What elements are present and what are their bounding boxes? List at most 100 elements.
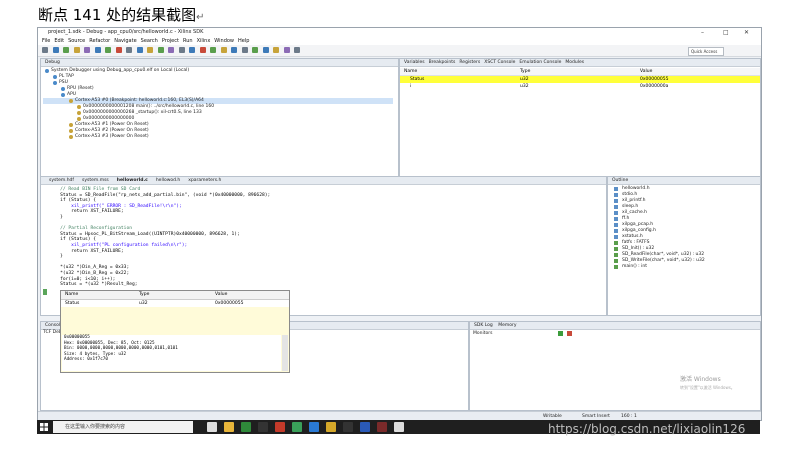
remove-monitor-icon[interactable] xyxy=(567,331,572,336)
memory-panel: SDK Log Memory Monitors 激活 Windows 转到"设置… xyxy=(469,321,761,411)
menu-search[interactable]: Search xyxy=(141,38,158,44)
col-value: Value xyxy=(640,69,653,74)
tab-outline[interactable]: Outline xyxy=(612,178,628,183)
tab-sdk-log[interactable]: SDK Log xyxy=(474,323,493,328)
taskbar-app-icon[interactable] xyxy=(343,422,353,432)
tab-variables[interactable]: Variables xyxy=(404,60,425,65)
outline-item-label: ff.h xyxy=(622,216,630,221)
editor-tab[interactable]: xparameters.h xyxy=(188,178,221,183)
outline-item-label: xstatus.h xyxy=(622,234,643,239)
toolbar-button-icon[interactable] xyxy=(147,47,153,53)
toolbar-button-icon[interactable] xyxy=(42,47,48,53)
toolbar-button-icon[interactable] xyxy=(273,47,279,53)
taskbar-app-icon[interactable] xyxy=(377,422,387,432)
toolbar-button-icon[interactable] xyxy=(63,47,69,53)
outline-item-icon xyxy=(614,259,618,263)
tree-node-label: Cortex-A53 #3 (Power On Reset) xyxy=(75,134,149,139)
tab-memory[interactable]: Memory xyxy=(498,323,516,328)
taskbar-app-icon[interactable] xyxy=(360,422,370,432)
tab-emulation-console[interactable]: Emulation Console xyxy=(519,60,561,65)
variable-row[interactable]: Status u32 0x00000055 xyxy=(400,76,760,83)
hover-scrollbar[interactable] xyxy=(282,335,288,371)
variable-value: 0x00000055 xyxy=(640,77,669,82)
taskbar-app-icon[interactable] xyxy=(394,422,404,432)
maximize-button[interactable]: □ xyxy=(723,28,729,37)
menu-source[interactable]: Source xyxy=(68,38,85,44)
toolbar-button-icon[interactable] xyxy=(136,47,143,53)
menu-navigate[interactable]: Navigate xyxy=(114,38,136,44)
menu-help[interactable]: Help xyxy=(238,38,249,44)
tab-xsct-console[interactable]: XSCT Console xyxy=(484,60,515,65)
tree-node-label: PSU xyxy=(59,80,68,85)
toolbar-button-icon[interactable] xyxy=(199,47,206,53)
toolbar-button-icon[interactable] xyxy=(294,47,300,53)
editor-tab[interactable]: hellowod.h xyxy=(156,178,180,183)
minimize-button[interactable]: – xyxy=(701,28,704,37)
hover-col-name: Name xyxy=(65,292,79,297)
outline-item-label: stdio.h xyxy=(622,192,638,197)
variable-row[interactable]: i u32 0x0000000a xyxy=(400,83,760,90)
toolbar-button-icon[interactable] xyxy=(283,47,290,53)
tree-node-icon xyxy=(69,99,73,103)
toolbar-button-icon[interactable] xyxy=(262,47,269,53)
toolbar-button-icon[interactable] xyxy=(189,47,195,53)
toolbar-button-icon[interactable] xyxy=(84,47,90,53)
toolbar-button-icon[interactable] xyxy=(220,47,227,53)
tree-node-icon xyxy=(61,87,65,91)
toolbar-button-icon[interactable] xyxy=(52,47,59,53)
menu-run[interactable]: Run xyxy=(183,38,193,44)
toolbar-button-icon[interactable] xyxy=(94,47,101,53)
tab-modules[interactable]: Modules xyxy=(565,60,584,65)
close-button[interactable]: ✕ xyxy=(744,28,749,37)
toolbar-button-icon[interactable] xyxy=(231,47,237,53)
taskbar-app-icon[interactable] xyxy=(207,422,217,432)
toolbar-button-icon[interactable] xyxy=(115,47,122,53)
taskbar-app-icon[interactable] xyxy=(326,422,336,432)
taskbar-app-icon[interactable] xyxy=(224,422,234,432)
outline-item-icon xyxy=(614,247,618,251)
code-area[interactable]: // Read BIN File from SD Card Status = S… xyxy=(49,187,270,288)
tree-node-icon xyxy=(53,75,57,79)
tab-registers[interactable]: Registers xyxy=(459,60,480,65)
menu-file[interactable]: File xyxy=(42,38,50,44)
debug-tree-item[interactable]: Cortex-A53 #3 (Power On Reset) xyxy=(43,134,393,140)
toolbar-button-icon[interactable] xyxy=(178,47,185,53)
toolbar-button-icon[interactable] xyxy=(157,47,164,53)
menu-project[interactable]: Project xyxy=(162,38,179,44)
menu-edit[interactable]: Edit xyxy=(54,38,64,44)
toolbar-button-icon[interactable] xyxy=(73,47,80,53)
menu-xilinx[interactable]: Xilinx xyxy=(197,38,211,44)
outline-item-label: xilpga_pcap.h xyxy=(622,222,654,227)
add-monitor-icon[interactable] xyxy=(558,331,563,336)
taskbar-app-icon[interactable] xyxy=(241,422,251,432)
editor-tab[interactable]: system.mss xyxy=(82,178,109,183)
editor-tabs: system.hdf system.mss helloworld.c hellowod… xyxy=(41,177,606,185)
taskbar-search-input[interactable]: 在这里输入你要搜索的内容 xyxy=(53,421,193,433)
editor-tab[interactable]: system.hdf xyxy=(49,178,74,183)
editor-tab[interactable]: helloworld.c xyxy=(117,178,148,183)
outline-item-label: xil_cache.h xyxy=(622,210,648,215)
taskbar-app-icon[interactable] xyxy=(292,422,302,432)
toolbar-button-icon[interactable] xyxy=(241,47,248,53)
outline-item[interactable]: main() : int xyxy=(614,264,705,270)
page-caption: 断点 141 处的结果截图↵ xyxy=(38,4,205,25)
windows-start-icon[interactable] xyxy=(40,423,48,431)
tab-breakpoints[interactable]: Breakpoints xyxy=(429,60,456,65)
toolbar-button-icon[interactable] xyxy=(252,47,258,53)
caption-text: 断点 141 处的结果截图 xyxy=(38,6,197,24)
tab-debug[interactable]: Debug xyxy=(45,60,60,65)
taskbar-app-icon[interactable] xyxy=(275,422,285,432)
menu-window[interactable]: Window xyxy=(214,38,234,44)
toolbar-button-icon[interactable] xyxy=(210,47,216,53)
hover-row[interactable]: Status u32 0x00000055 xyxy=(61,300,289,307)
toolbar-button-icon[interactable] xyxy=(105,47,111,53)
outline-item-label: sleep.h xyxy=(622,204,639,209)
menu-refactor[interactable]: Refactor xyxy=(89,38,110,44)
monitors-label: Monitors xyxy=(473,331,493,336)
taskbar-app-icon[interactable] xyxy=(309,422,319,432)
taskbar-app-icon[interactable] xyxy=(258,422,268,432)
toolbar-button-icon[interactable] xyxy=(126,47,132,53)
quick-access-input[interactable]: Quick Access xyxy=(688,47,724,56)
debug-tree: System Debugger using Debug_app_cpu0.elf… xyxy=(43,68,393,140)
toolbar-button-icon[interactable] xyxy=(168,47,174,53)
